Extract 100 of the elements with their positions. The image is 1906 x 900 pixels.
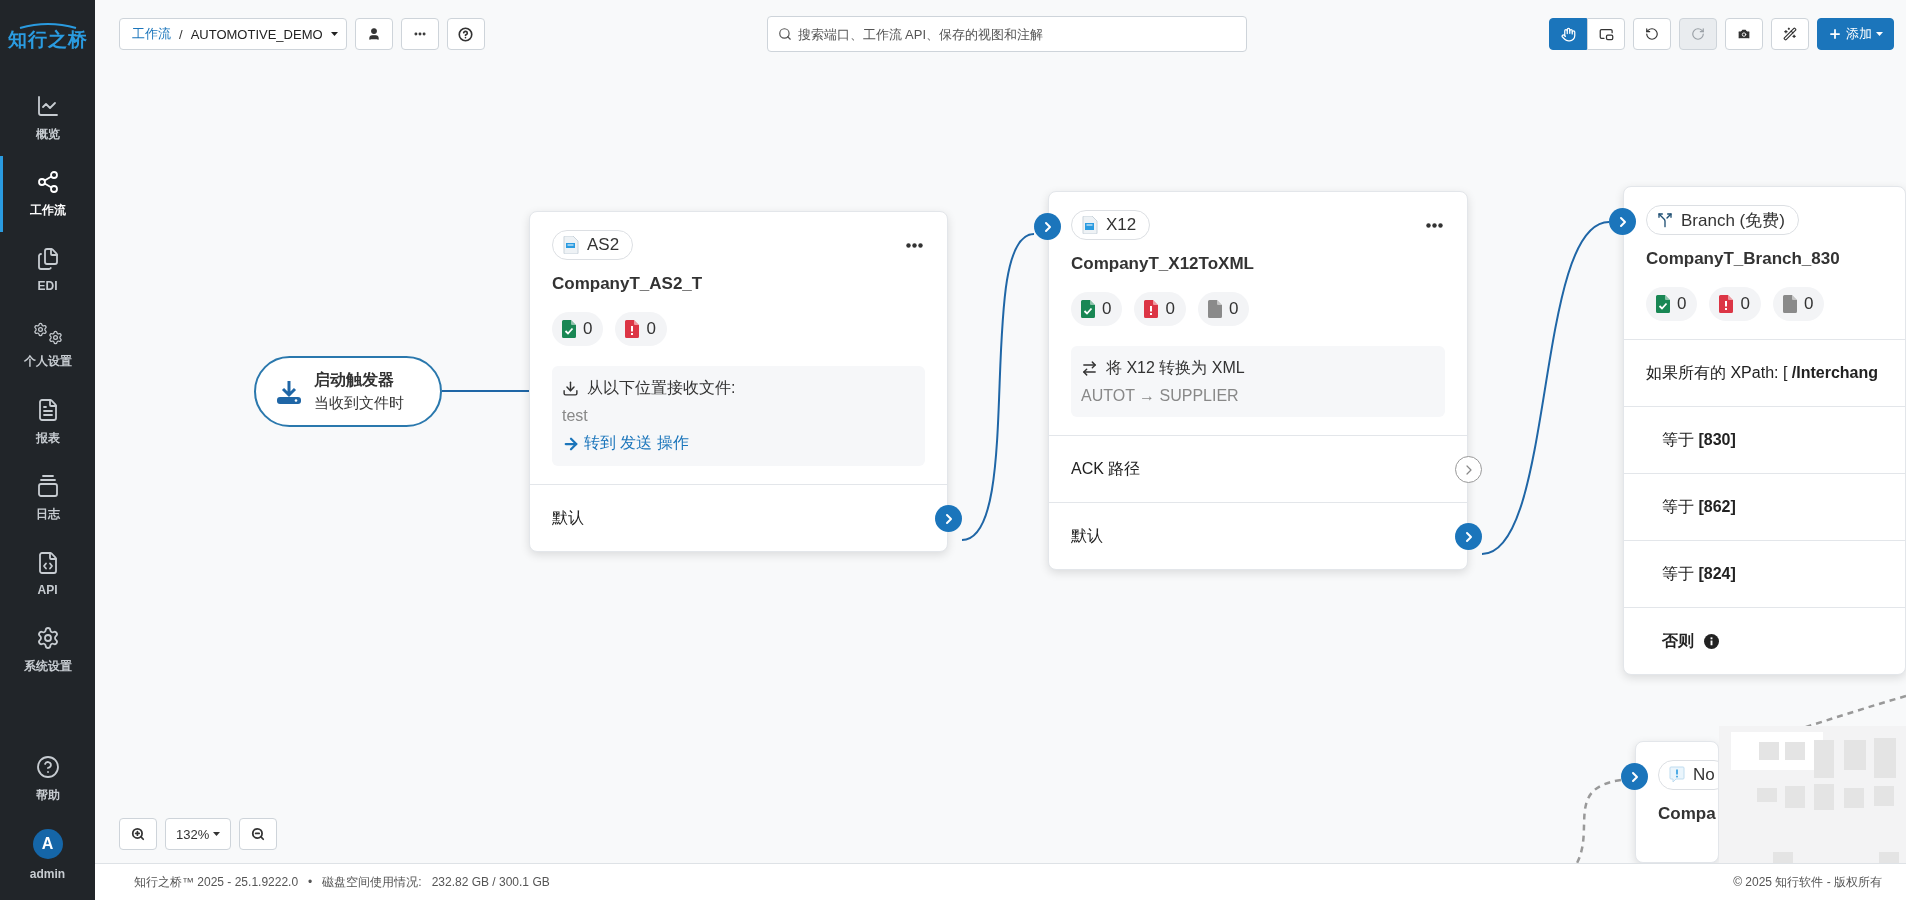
node-menu-button[interactable]: [904, 240, 925, 250]
gears-icon: [32, 322, 63, 345]
magic-wand-icon: [1783, 27, 1797, 41]
details-text: AUTOT → SUPPLIER: [1081, 387, 1240, 405]
output-port[interactable]: [1455, 523, 1482, 550]
info-icon: [1704, 633, 1719, 649]
branch-icon: [1657, 212, 1673, 228]
search-icon: [777, 27, 792, 41]
help-icon: [35, 754, 60, 779]
node-title: CompanyT_Branch_830: [1646, 249, 1840, 269]
start-trigger[interactable]: 启动触发器 当收到文件时: [254, 356, 442, 427]
search-field[interactable]: 搜索端口、工作流 API、保存的视图和注解: [766, 16, 1247, 52]
node-card[interactable]: Branch (免费) CompanyT_Branch_830 0 0 0 如果所有的 XPath: [ /Interchang 等于 [830] 等于 [862] 等于 [824] 否则: [1623, 186, 1906, 675]
details-heading: 将 X12 转换为 XML: [1081, 358, 1435, 379]
message-count: 0: [552, 312, 604, 346]
pan-mode-button[interactable]: [1549, 18, 1587, 50]
sidebar-item[interactable]: 日志: [0, 460, 92, 536]
node-card[interactable]: AS2 CompanyT_AS2_T 0 0 从以下位置接收文件: test 转到 发送 操作 默认: [529, 211, 948, 552]
file-icon: [1207, 300, 1222, 318]
sidebar-item[interactable]: 个人设置: [0, 308, 92, 384]
trigger-title: 启动触发器: [314, 370, 395, 390]
sidebar-item[interactable]: EDI: [0, 232, 92, 308]
user-menu[interactable]: A admin: [0, 817, 92, 893]
sidebar-item[interactable]: 报表: [0, 384, 92, 460]
download-icon: [562, 380, 579, 397]
node-title: Compa: [1658, 804, 1716, 824]
go-to-send-link[interactable]: 转到 发送 操作: [562, 433, 689, 454]
undo-button[interactable]: [1633, 18, 1671, 50]
help-button[interactable]: [446, 18, 485, 50]
node-card[interactable]: No Compa: [1635, 741, 1719, 863]
frame-mode-button[interactable]: [1587, 18, 1625, 50]
swap-arrows-icon: [1081, 360, 1098, 377]
add-button[interactable]: 添加: [1817, 18, 1894, 50]
settings-icon: [35, 625, 60, 650]
caret-icon: [1876, 32, 1883, 36]
copyright-text: © 2025 知行软件 - 版权所有: [1733, 873, 1882, 891]
magic-button[interactable]: [1771, 18, 1809, 50]
sidebar-item[interactable]: API: [0, 536, 92, 612]
user-button[interactable]: [354, 18, 393, 50]
zoom-in-icon: [131, 827, 145, 841]
zoom-out-icon: [251, 827, 266, 841]
more-icon: [906, 242, 923, 248]
sidebar-item[interactable]: 概览: [0, 80, 92, 156]
file-alert-icon: [1719, 295, 1734, 313]
help-item[interactable]: 帮助: [0, 741, 92, 817]
breadcrumb-separator: /: [179, 26, 183, 42]
workflow-dropdown[interactable]: AUTOMOTIVE_DEMO: [190, 26, 338, 42]
hand-icon: [1560, 26, 1576, 42]
share-nodes-icon: [35, 169, 60, 194]
snapshot-button[interactable]: [1725, 18, 1763, 50]
help-icon: [458, 26, 474, 42]
output-port[interactable]: [935, 505, 962, 532]
file-check-icon: [1081, 300, 1095, 318]
sidebar-item[interactable]: 系统设置: [0, 612, 92, 688]
branch-case: 等于 [830]: [1662, 429, 1736, 450]
caret-icon: [213, 832, 221, 836]
output-label: 默认: [552, 507, 584, 528]
branch-case: 等于 [862]: [1662, 496, 1736, 517]
line-chart-icon: [35, 93, 60, 118]
message-count: 0: [1071, 292, 1123, 326]
more-icon: [1426, 222, 1443, 228]
details-heading: 从以下位置接收文件:: [562, 378, 915, 399]
input-port[interactable]: [1034, 213, 1061, 240]
node-title: CompanyT_AS2_T: [552, 274, 703, 294]
workflows-link[interactable]: 工作流: [132, 25, 171, 43]
files-icon: [35, 247, 60, 271]
input-port[interactable]: [1621, 763, 1648, 790]
output-label: 默认: [1071, 525, 1103, 546]
disk-usage-label: 磁盘空间使用情况:: [322, 873, 422, 891]
zoom-in-button[interactable]: [119, 818, 157, 850]
input-port[interactable]: [1609, 208, 1636, 235]
frame-icon: [1598, 26, 1614, 42]
message-count: 0: [1646, 287, 1698, 321]
logo[interactable]: 知行之桥: [7, 21, 88, 51]
zoom-out-button[interactable]: [239, 818, 278, 850]
file-alert-icon: [1144, 300, 1159, 318]
plus-icon: [1828, 27, 1842, 41]
stacked-cards-icon: [35, 473, 60, 498]
message-count: 0: [1772, 287, 1825, 321]
disk-usage-value: 232.82 GB / 300.1 GB: [431, 875, 550, 889]
otherwise-label: 否则: [1662, 630, 1694, 651]
node-menu-button[interactable]: [1424, 220, 1445, 230]
separator-dot: •: [308, 875, 313, 889]
branch-case: 等于 [824]: [1662, 563, 1736, 584]
file-alert-icon: [625, 320, 640, 338]
node-title: CompanyT_X12ToXML: [1071, 254, 1254, 274]
message-count: 0: [1134, 292, 1186, 326]
alert-bubble-icon: [1669, 766, 1685, 784]
file-check-icon: [562, 320, 576, 338]
message-count: 0: [1709, 287, 1761, 321]
version-text: 知行之桥™ 2025 - 25.1.9222.0: [134, 873, 299, 891]
download-icon: [276, 378, 302, 405]
sidebar-item[interactable]: 工作流: [0, 156, 92, 232]
camera-icon: [1737, 27, 1751, 41]
user-icon: [366, 27, 381, 41]
trigger-subtitle: 当收到文件时: [314, 394, 404, 413]
node-card[interactable]: X12 CompanyT_X12ToXML 0 0 0 将 X12 转换为 XML AUTOT → SUPPLIER ACK 路径 默认: [1048, 191, 1468, 570]
output-label: ACK 路径: [1071, 458, 1141, 479]
zoom-level-dropdown[interactable]: 132%: [165, 818, 232, 850]
details-text: test: [562, 407, 589, 425]
